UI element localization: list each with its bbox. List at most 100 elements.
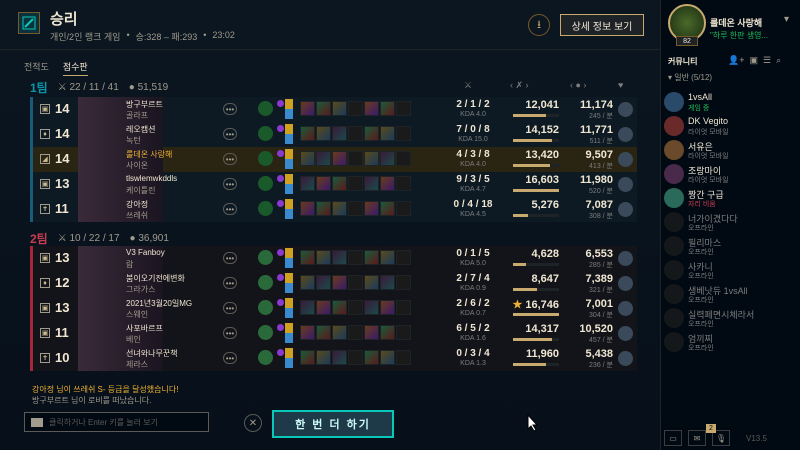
- player-row[interactable]: ♦ 12 붐이오기전에변화 그라가스 ••• 2 / 7 / 4 KDA 0.9 8,647 7…: [30, 271, 637, 296]
- team2-header: 2팀 ⚔ 10 / 22 / 17 ● 36,901: [30, 231, 169, 246]
- champion-level: 11: [55, 201, 69, 216]
- item-icon: [300, 300, 315, 315]
- friend-item[interactable]: 엄끼찌 오프라인: [664, 332, 794, 356]
- search-icon[interactable]: ⌕: [776, 55, 781, 66]
- list-icon[interactable]: ☰: [763, 55, 771, 66]
- friend-item[interactable]: 사카니 오프라인: [664, 260, 794, 284]
- folder-icon[interactable]: ▣: [749, 55, 758, 66]
- more-options-button[interactable]: •••: [223, 178, 237, 190]
- damage-dealt: 11,960: [511, 348, 559, 360]
- friend-item[interactable]: 실력페면시체라서 오프라인: [664, 308, 794, 332]
- item-icon: [380, 126, 395, 141]
- damage-column-icon[interactable]: ‹ ✗ ›: [510, 80, 529, 91]
- friend-item[interactable]: 짱간 구급 자리 비움: [664, 188, 794, 212]
- item-icon: [380, 176, 395, 191]
- team1-name: 1팀: [30, 80, 48, 95]
- role-icon: ▣: [40, 303, 50, 313]
- summoner-name[interactable]: tlswlemwkddls: [126, 174, 177, 183]
- item-icon: [332, 250, 347, 265]
- more-options-button[interactable]: •••: [223, 203, 237, 215]
- summoner-spells-icon: [285, 124, 293, 144]
- item-icon: [364, 151, 379, 166]
- friend-status: 자리 비움: [688, 201, 716, 208]
- player-row[interactable]: ♦ 14 레오캠션 녹턴 ••• 7 / 0 / 8 KDA 15.0 14,152 11,77…: [30, 122, 637, 147]
- close-button[interactable]: ✕: [244, 414, 262, 432]
- friend-avatar: [664, 212, 684, 232]
- more-options-button[interactable]: •••: [223, 327, 237, 339]
- friend-group-header[interactable]: ▾ 일반 (5/12): [668, 72, 712, 83]
- summoner-name[interactable]: V3 Fanboy: [126, 248, 165, 257]
- friend-item[interactable]: DK Vegito 라이엇 모바일: [664, 116, 794, 140]
- summoner-name[interactable]: 방구부르트: [126, 99, 163, 110]
- item-icon: [332, 101, 347, 116]
- more-options-button[interactable]: •••: [223, 302, 237, 314]
- mail-icon[interactable]: ✉: [688, 430, 706, 446]
- tab-progress[interactable]: 전적도: [24, 60, 49, 76]
- player-row[interactable]: ✝ 11 강아정 쓰레쉬 ••• 0 / 4 / 18 KDA 4.5 5,276 7,087 3…: [30, 197, 637, 222]
- chat-input[interactable]: 클릭하거나 Enter 키를 눌러 보기: [24, 412, 209, 432]
- summoner-name[interactable]: 2021년3월20일MG: [126, 298, 192, 309]
- more-options-button[interactable]: •••: [223, 252, 237, 264]
- champion-name: 제라스: [126, 360, 149, 369]
- friend-status: 오프라인: [688, 273, 714, 280]
- player-row[interactable]: ▣ 14 방구부르트 골라프 ••• 2 / 1 / 2 KDA 4.0 12,041 11,1…: [30, 97, 637, 122]
- add-friend-icon[interactable]: 👤+: [728, 55, 744, 66]
- friend-status: 오프라인: [688, 321, 714, 328]
- friend-name: 1vsAll: [688, 92, 713, 102]
- player-row[interactable]: ▣ 13 tlswlemwkddls 케이틀린 ••• 9 / 3 / 5 KDA 4.7 1…: [30, 172, 637, 197]
- damage-bar-fill: [513, 313, 559, 316]
- more-options-button[interactable]: •••: [223, 277, 237, 289]
- item-icon: [380, 325, 395, 340]
- more-options-button[interactable]: •••: [223, 128, 237, 140]
- item-icon: [380, 101, 395, 116]
- gold-column-icon[interactable]: ‹ ● ›: [570, 80, 586, 90]
- play-again-button[interactable]: 한 번 더 하기: [272, 410, 394, 438]
- profile-name[interactable]: 룰데온 사랑해: [710, 16, 762, 29]
- item-slots: [300, 126, 411, 141]
- player-row[interactable]: ✝ 10 선녀와나무꾼책 제라스 ••• 0 / 3 / 4 KDA 1.3 11,960 5,…: [30, 346, 637, 371]
- player-row[interactable]: ▣ 13 2021년3월20일MG 스웨인 ••• 2 / 6 / 2 KDA 0.7 ★ 16…: [30, 296, 637, 321]
- tab-scoreboard[interactable]: 점수판: [62, 60, 88, 76]
- team1-kda: ⚔ 22 / 11 / 41: [57, 81, 119, 93]
- champion-name: 녹턴: [126, 136, 141, 145]
- summoner-name[interactable]: 사포바르프: [126, 323, 163, 334]
- friend-item[interactable]: 필리마스 오프라인: [664, 236, 794, 260]
- player-row[interactable]: ◢ 14 룰데온 사랑해 사이온 ••• 4 / 3 / 8 KDA 4.0 13,420 9,…: [30, 147, 637, 172]
- summoner-name[interactable]: 강아정: [126, 199, 148, 210]
- profile-status[interactable]: "하루 한판 생영...: [710, 30, 780, 41]
- item-icon: [332, 176, 347, 191]
- friend-item[interactable]: 서유은 라이엇 모바일: [664, 140, 794, 164]
- more-options-button[interactable]: •••: [223, 352, 237, 364]
- player-row[interactable]: ▣ 11 사포바르프 베인 ••• 6 / 5 / 2 KDA 1.6 14,317 10,52…: [30, 321, 637, 346]
- trinket-icon: [618, 152, 633, 167]
- friend-item[interactable]: 조랑마이 라이엇 모바일: [664, 164, 794, 188]
- more-options-button[interactable]: •••: [223, 153, 237, 165]
- download-icon[interactable]: ⭳: [528, 14, 550, 36]
- damage-value: 14,317: [525, 323, 559, 335]
- detail-button[interactable]: 상세 정보 보기: [560, 14, 644, 36]
- item-icon: [300, 126, 315, 141]
- damage-dealt: 5,276: [511, 199, 559, 211]
- summoner-name[interactable]: 레오캠션: [126, 124, 155, 135]
- friend-item[interactable]: 1vsAll 게임 중: [664, 92, 794, 116]
- summoner-name[interactable]: 선녀와나무꾼책: [126, 348, 178, 359]
- item-icon: [364, 201, 379, 216]
- secondary-rune-icon: [277, 100, 284, 107]
- secondary-rune-icon: [277, 125, 284, 132]
- damage-bar: [513, 363, 559, 366]
- chat-toggle-icon[interactable]: ▭: [664, 430, 682, 446]
- chevron-down-icon[interactable]: ▾: [784, 14, 789, 25]
- friend-item[interactable]: 생베낫듀 1vsAll 오프라인: [664, 284, 794, 308]
- damage-dealt: 12,041: [511, 99, 559, 111]
- friend-avatar: [664, 92, 684, 112]
- friend-item[interactable]: 너가이겼다다 오프라인: [664, 212, 794, 236]
- summoner-name[interactable]: 룰데온 사랑해: [126, 149, 172, 160]
- damage-dealt: 13,420: [511, 149, 559, 161]
- damage-value: 16,746: [525, 299, 559, 311]
- role-icon: ✝: [40, 204, 50, 214]
- summoner-name[interactable]: 붐이오기전에변화: [126, 273, 185, 284]
- player-row[interactable]: ▣ 13 V3 Fanboy 람 ••• 0 / 1 / 5 KDA 5.0 4,628 6,5…: [30, 246, 637, 271]
- more-options-button[interactable]: •••: [223, 103, 237, 115]
- queue-type: 개인/2인 랭크 게임: [50, 32, 121, 42]
- friend-name: DK Vegito: [688, 116, 729, 126]
